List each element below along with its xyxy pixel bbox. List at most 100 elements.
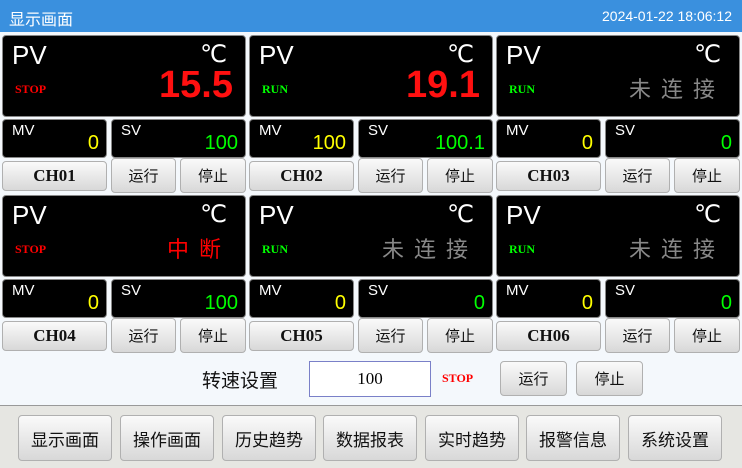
- channel-panel: PV ℃ RUN 未连接 MV 0 SV 0 CH06 运行 停止: [496, 195, 740, 355]
- channel-panel: PV ℃ STOP 中断 MV 0 SV 100 CH04 运行 停止: [2, 195, 246, 355]
- sv-display[interactable]: SV 0: [605, 119, 740, 158]
- pv-value: 19.1: [406, 64, 480, 106]
- pv-value: 未连接: [628, 78, 725, 103]
- speed-status: STOP: [442, 371, 474, 385]
- mv-value: 0: [87, 292, 99, 314]
- mv-display: MV 0: [496, 119, 601, 158]
- mv-label: MV: [506, 122, 529, 139]
- sv-display[interactable]: SV 100: [111, 119, 246, 158]
- channel-panel: PV ℃ STOP 15.5 MV 0 SV 100 CH01 运行 停止: [2, 35, 246, 195]
- mv-label: MV: [12, 122, 35, 139]
- mv-display: MV 0: [249, 279, 354, 318]
- mv-value: 0: [87, 132, 99, 154]
- stop-button[interactable]: 停止: [427, 318, 493, 353]
- speed-setting-label: 转速设置: [202, 370, 279, 392]
- pv-label: PV: [506, 200, 541, 230]
- unit-label: ℃: [200, 200, 227, 228]
- run-button[interactable]: 运行: [111, 318, 176, 353]
- sv-display[interactable]: SV 0: [358, 279, 493, 318]
- sv-label: SV: [121, 282, 142, 299]
- nav-data-report[interactable]: 数据报表: [323, 415, 417, 461]
- mv-value: 100: [312, 132, 346, 154]
- pv-display: PV ℃ STOP 中断: [2, 195, 246, 277]
- mv-label: MV: [259, 122, 282, 139]
- channel-panel: PV ℃ RUN 未连接 MV 0 SV 0 CH05 运行 停止: [249, 195, 493, 355]
- run-button[interactable]: 运行: [605, 318, 670, 353]
- stop-button[interactable]: 停止: [180, 318, 246, 353]
- channel-button[interactable]: CH04: [2, 321, 107, 351]
- channel-panel: PV ℃ RUN 19.1 MV 100 SV 100.1 CH02 运行 停止: [249, 35, 493, 195]
- nav-operation[interactable]: 操作画面: [120, 415, 214, 461]
- speed-run-button[interactable]: 运行: [500, 361, 567, 396]
- mv-label: MV: [259, 282, 282, 299]
- sv-value: 0: [720, 292, 732, 314]
- mv-value: 0: [581, 132, 593, 154]
- channel-button[interactable]: CH05: [249, 321, 354, 351]
- status-label: STOP: [15, 242, 47, 256]
- nav-history-trend[interactable]: 历史趋势: [222, 415, 316, 461]
- mv-label: MV: [12, 282, 35, 299]
- unit-label: ℃: [447, 200, 474, 228]
- unit-label: ℃: [694, 200, 721, 228]
- nav-display[interactable]: 显示画面: [18, 415, 112, 461]
- pv-display: PV ℃ RUN 未连接: [496, 35, 740, 117]
- sv-value: 0: [473, 292, 485, 314]
- sv-label: SV: [368, 282, 389, 299]
- page-title: 显示画面: [9, 10, 74, 29]
- run-button[interactable]: 运行: [358, 318, 423, 353]
- bottom-nav: 显示画面 操作画面 历史趋势 数据报表 实时趋势 报警信息 系统设置: [0, 405, 742, 468]
- run-button[interactable]: 运行: [111, 158, 176, 193]
- sv-value: 100.1: [434, 132, 485, 154]
- pv-value: 15.5: [159, 64, 233, 106]
- pv-display: PV ℃ RUN 19.1: [249, 35, 493, 117]
- sv-label: SV: [615, 282, 636, 299]
- stop-button[interactable]: 停止: [180, 158, 246, 193]
- sv-value: 100: [204, 292, 238, 314]
- datetime: 2024-01-22 18:06:12: [602, 8, 732, 24]
- mv-display: MV 0: [2, 119, 107, 158]
- channel-panel: PV ℃ RUN 未连接 MV 0 SV 0 CH03 运行 停止: [496, 35, 740, 195]
- pv-value: 中断: [166, 238, 231, 263]
- sv-value: 0: [720, 132, 732, 154]
- sv-label: SV: [615, 122, 636, 139]
- pv-value: 未连接: [381, 238, 478, 263]
- run-button[interactable]: 运行: [605, 158, 670, 193]
- pv-label: PV: [506, 40, 541, 70]
- status-label: STOP: [15, 82, 47, 96]
- nav-realtime-trend[interactable]: 实时趋势: [425, 415, 519, 461]
- pv-label: PV: [12, 200, 47, 230]
- mv-display: MV 100: [249, 119, 354, 158]
- sv-display[interactable]: SV 0: [605, 279, 740, 318]
- title-bar: 显示画面 2024-01-22 18:06:12: [0, 0, 742, 32]
- stop-button[interactable]: 停止: [427, 158, 493, 193]
- sv-display[interactable]: SV 100.1: [358, 119, 493, 158]
- mv-value: 0: [581, 292, 593, 314]
- nav-alarm-info[interactable]: 报警信息: [526, 415, 620, 461]
- pv-label: PV: [259, 40, 294, 70]
- status-label: RUN: [509, 242, 535, 256]
- channel-button[interactable]: CH01: [2, 161, 107, 191]
- pv-label: PV: [259, 200, 294, 230]
- channel-button[interactable]: CH02: [249, 161, 354, 191]
- stop-button[interactable]: 停止: [674, 158, 740, 193]
- pv-value: 未连接: [628, 238, 725, 263]
- mv-label: MV: [506, 282, 529, 299]
- status-label: RUN: [262, 242, 288, 256]
- sv-label: SV: [121, 122, 142, 139]
- run-button[interactable]: 运行: [358, 158, 423, 193]
- nav-system-settings[interactable]: 系统设置: [628, 415, 722, 461]
- mv-display: MV 0: [496, 279, 601, 318]
- speed-input[interactable]: 100: [309, 361, 431, 397]
- pv-display: PV ℃ RUN 未连接: [249, 195, 493, 277]
- sv-value: 100: [204, 132, 238, 154]
- channel-button[interactable]: CH03: [496, 161, 601, 191]
- speed-stop-button[interactable]: 停止: [576, 361, 643, 396]
- sv-display[interactable]: SV 100: [111, 279, 246, 318]
- mv-value: 0: [334, 292, 346, 314]
- channel-button[interactable]: CH06: [496, 321, 601, 351]
- status-label: RUN: [262, 82, 288, 96]
- sv-label: SV: [368, 122, 389, 139]
- pv-label: PV: [12, 40, 47, 70]
- stop-button[interactable]: 停止: [674, 318, 740, 353]
- pv-display: PV ℃ STOP 15.5: [2, 35, 246, 117]
